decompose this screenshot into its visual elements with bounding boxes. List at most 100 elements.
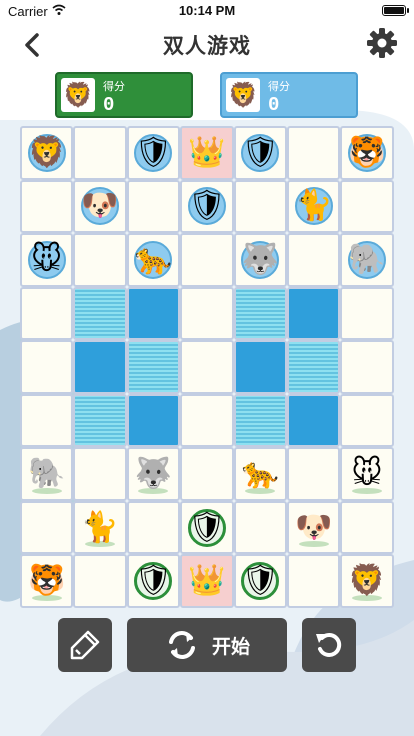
player-one-score-card: 🦁 得分 0 bbox=[55, 72, 193, 118]
board-cell[interactable] bbox=[180, 286, 234, 341]
board-cell[interactable]: 🐭 bbox=[340, 447, 394, 501]
elephant-icon[interactable]: 🐘 bbox=[348, 244, 385, 275]
board-cell[interactable]: 🐆 bbox=[233, 447, 287, 501]
cat-icon[interactable]: 🐈 bbox=[295, 191, 332, 221]
board-cell[interactable]: 🐯 bbox=[340, 126, 394, 180]
crown-icon[interactable]: 👑 bbox=[188, 137, 225, 168]
river-cell[interactable] bbox=[73, 286, 127, 341]
board-cell[interactable]: 🐺 bbox=[233, 233, 287, 287]
board-cell[interactable]: 🐘 bbox=[340, 233, 394, 287]
dog-icon[interactable]: 🐶 bbox=[295, 512, 332, 543]
rules-button[interactable] bbox=[58, 618, 112, 672]
board-cell[interactable]: 🐘 bbox=[20, 447, 74, 501]
player-two-avatar: 🦁 bbox=[226, 78, 260, 112]
board-cell[interactable] bbox=[340, 500, 394, 555]
board-cell[interactable] bbox=[340, 393, 394, 448]
board-cell[interactable]: 🐭 bbox=[20, 233, 74, 287]
board-cell[interactable]: 🐶 bbox=[73, 179, 127, 234]
board-cell[interactable] bbox=[286, 126, 341, 180]
board-cell[interactable]: 🛡 bbox=[233, 554, 287, 608]
board-cell[interactable]: 🐆 bbox=[126, 233, 181, 287]
pen-shield-icon bbox=[70, 630, 100, 660]
board-cell[interactable] bbox=[286, 447, 341, 501]
shield-icon[interactable]: 🛡 bbox=[188, 512, 226, 543]
board-cell[interactable] bbox=[73, 126, 127, 180]
shield-icon[interactable]: 🛡 bbox=[188, 191, 226, 221]
board-cell[interactable]: 🛡 bbox=[126, 554, 181, 608]
board-cell[interactable] bbox=[286, 233, 341, 287]
board-cell[interactable]: 🐈 bbox=[73, 500, 127, 555]
board-cell[interactable]: 🐈 bbox=[286, 179, 341, 234]
start-button-label: 开始 bbox=[211, 635, 250, 658]
board-cell[interactable] bbox=[126, 179, 181, 234]
player-one-score-label: 得分 bbox=[103, 80, 125, 93]
den-cell[interactable]: 👑 bbox=[180, 126, 234, 180]
board-cell[interactable] bbox=[180, 393, 234, 448]
leopard-icon[interactable]: 🐆 bbox=[242, 459, 279, 489]
board-cell[interactable]: 🦁 bbox=[20, 126, 74, 180]
wolf-icon[interactable]: 🐺 bbox=[242, 244, 279, 275]
river-cell[interactable] bbox=[286, 286, 341, 341]
tiger-icon[interactable]: 🐯 bbox=[348, 137, 385, 168]
den-cell[interactable]: 👑 bbox=[180, 554, 234, 608]
board-cell[interactable]: 🐺 bbox=[126, 447, 181, 501]
board-cell[interactable] bbox=[20, 179, 74, 234]
mouse-icon[interactable]: 🐭 bbox=[31, 244, 62, 275]
elephant-icon[interactable]: 🐘 bbox=[28, 459, 65, 489]
river-cell[interactable] bbox=[126, 286, 181, 341]
river-cell[interactable] bbox=[73, 393, 127, 448]
board-cell[interactable] bbox=[20, 340, 74, 394]
board-cell[interactable]: 🐶 bbox=[286, 500, 341, 555]
board-cell[interactable] bbox=[286, 554, 341, 608]
board-cell[interactable] bbox=[180, 447, 234, 501]
undo-icon bbox=[316, 632, 342, 657]
board-cell[interactable] bbox=[20, 286, 74, 341]
river-cell[interactable] bbox=[126, 393, 181, 448]
river-cell[interactable] bbox=[73, 340, 127, 394]
board-cell[interactable] bbox=[233, 179, 287, 234]
shield-icon[interactable]: 🛡 bbox=[241, 137, 279, 168]
board-cell[interactable] bbox=[233, 500, 287, 555]
board-cell[interactable] bbox=[73, 554, 127, 608]
board-cell[interactable] bbox=[340, 286, 394, 341]
board-cell[interactable] bbox=[340, 340, 394, 394]
river-cell[interactable] bbox=[286, 340, 341, 394]
board-cell[interactable] bbox=[340, 179, 394, 234]
board-cell[interactable]: 🛡 bbox=[180, 179, 234, 234]
player-two-score: 0 bbox=[268, 94, 280, 116]
board-cell[interactable]: 🐯 bbox=[20, 554, 74, 608]
board-cell[interactable] bbox=[180, 233, 234, 287]
undo-button[interactable] bbox=[302, 618, 356, 672]
board-cell[interactable] bbox=[180, 340, 234, 394]
board-cell[interactable] bbox=[73, 447, 127, 501]
river-cell[interactable] bbox=[286, 393, 341, 448]
river-cell[interactable] bbox=[233, 286, 287, 341]
river-cell[interactable] bbox=[233, 340, 287, 394]
leopard-icon[interactable]: 🐆 bbox=[135, 244, 172, 275]
river-cell[interactable] bbox=[126, 340, 181, 394]
board-cell[interactable]: 🛡 bbox=[233, 126, 287, 180]
board-cell[interactable] bbox=[126, 500, 181, 555]
board-cell[interactable] bbox=[20, 500, 74, 555]
bottom-toolbar: 开始 bbox=[0, 618, 414, 674]
nav-bar: 双人游戏 bbox=[0, 22, 414, 66]
board-cell[interactable]: 🛡 bbox=[126, 126, 181, 180]
board-cell[interactable] bbox=[73, 233, 127, 287]
board-cell[interactable] bbox=[20, 393, 74, 448]
dog-icon[interactable]: 🐶 bbox=[81, 191, 118, 221]
board-cell[interactable]: 🛡 bbox=[180, 500, 234, 555]
mouse-icon[interactable]: 🐭 bbox=[351, 459, 382, 489]
river-cell[interactable] bbox=[233, 393, 287, 448]
cat-icon[interactable]: 🐈 bbox=[81, 512, 118, 543]
gear-icon[interactable] bbox=[366, 27, 398, 59]
crown-icon[interactable]: 👑 bbox=[188, 566, 225, 596]
shield-icon[interactable]: 🛡 bbox=[241, 566, 279, 596]
tiger-icon[interactable]: 🐯 bbox=[28, 566, 65, 596]
board-cell[interactable]: 🦁 bbox=[340, 554, 394, 608]
lion-icon[interactable]: 🦁 bbox=[348, 566, 385, 596]
start-button[interactable]: 开始 bbox=[127, 618, 287, 672]
shield-icon[interactable]: 🛡 bbox=[134, 137, 172, 168]
wolf-icon[interactable]: 🐺 bbox=[135, 459, 172, 489]
shield-icon[interactable]: 🛡 bbox=[134, 566, 172, 596]
lion-icon[interactable]: 🦁 bbox=[28, 137, 65, 168]
